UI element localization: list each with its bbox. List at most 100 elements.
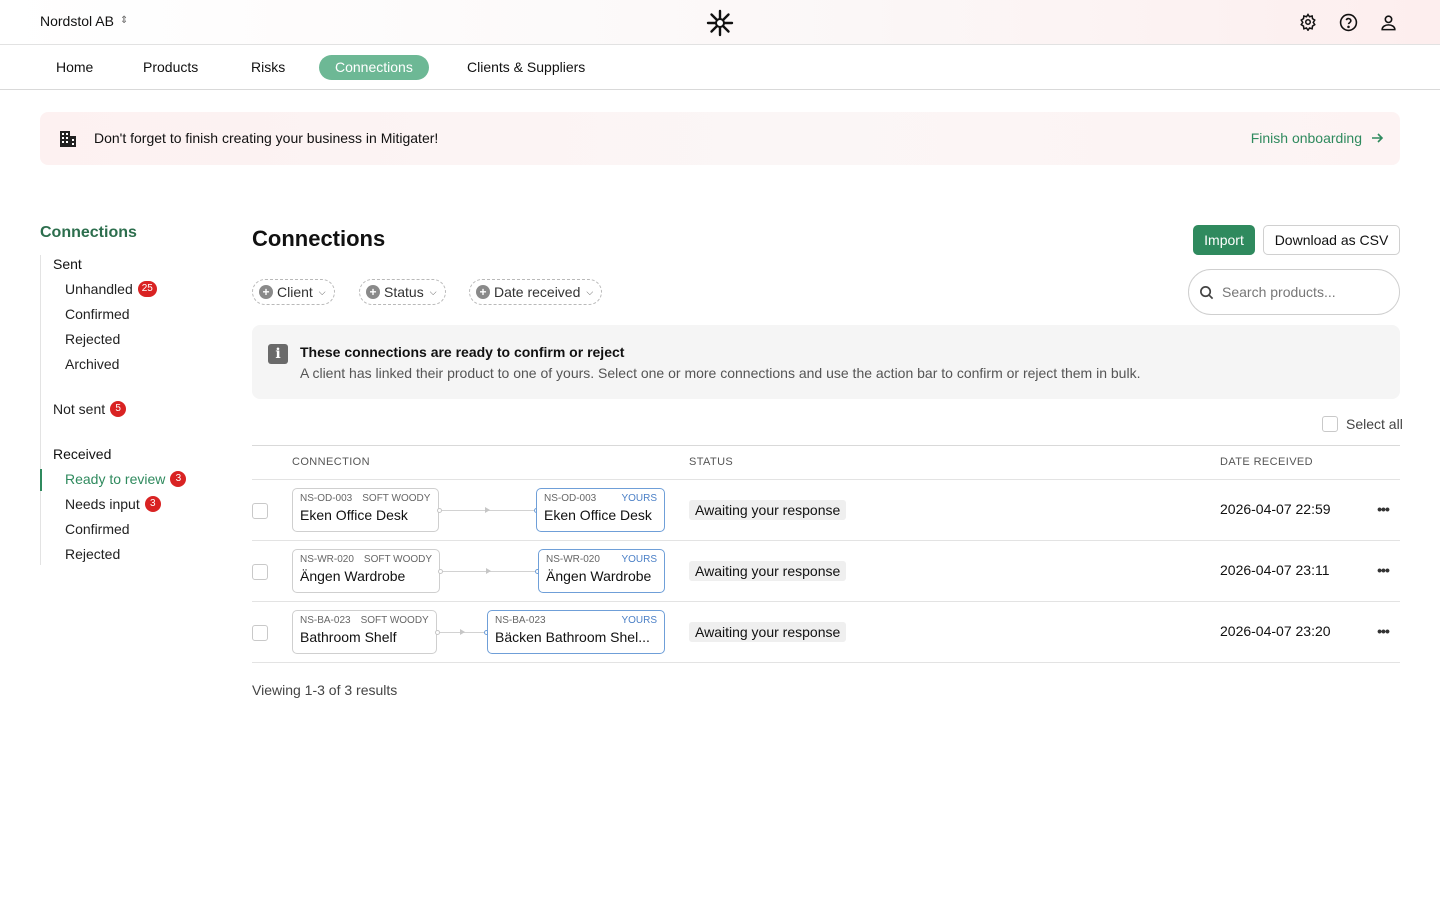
own-product-card[interactable]: NS-WR-020 YOURS Ängen Wardrobe <box>538 549 665 593</box>
supplier-name: SOFT WOODY <box>360 615 429 626</box>
info-callout: i These connections are ready to confirm… <box>252 325 1400 399</box>
sidebar-item-not-sent[interactable]: Not sent 5 <box>53 401 127 417</box>
column-header-date-received[interactable]: DATE RECEIVED <box>1220 456 1313 468</box>
finish-onboarding-link[interactable]: Finish onboarding <box>1251 130 1384 146</box>
sidebar-item-archived[interactable]: Archived <box>65 356 119 372</box>
product-code: NS-OD-003 <box>300 493 353 504</box>
client-product-card[interactable]: NS-WR-020 SOFT WOODY Ängen Wardrobe <box>292 549 440 593</box>
user-icon[interactable] <box>1376 10 1400 34</box>
chevron-down-icon: ⌵ <box>429 286 437 297</box>
connector-arrow-icon <box>486 568 491 574</box>
row-checkbox[interactable] <box>252 564 268 580</box>
help-icon[interactable] <box>1336 10 1360 34</box>
filter-date-received[interactable]: + Date received ⌵ <box>469 279 603 305</box>
own-product-card[interactable]: NS-BA-023 YOURS Bäcken Bathroom Shel... <box>487 610 665 654</box>
product-code: NS-BA-023 <box>300 615 351 626</box>
product-code: NS-BA-023 <box>495 615 546 626</box>
select-all-checkbox[interactable] <box>1322 416 1338 432</box>
product-name: Eken Office Desk <box>544 507 652 523</box>
gear-icon[interactable] <box>1296 10 1320 34</box>
sidebar-item-label: Not sent <box>53 401 106 417</box>
org-name: Nordstol AB <box>40 13 114 29</box>
info-icon: i <box>268 344 288 364</box>
own-product-card[interactable]: NS-OD-003 YOURS Eken Office Desk <box>536 488 665 532</box>
org-switcher[interactable]: Nordstol AB ⇕ <box>40 13 128 29</box>
connector-arrow-icon <box>460 629 465 635</box>
nav-home[interactable]: Home <box>40 55 109 80</box>
arrow-right-icon <box>1372 133 1384 143</box>
product-name: Bäcken Bathroom Shel... <box>495 629 650 645</box>
page-title: Connections <box>252 226 386 251</box>
sidebar-item-label: Needs input <box>65 496 140 512</box>
yours-tag: YOURS <box>621 615 657 626</box>
table-row[interactable]: NS-BA-023 SOFT WOODY Bathroom Shelf NS-BA… <box>252 602 1400 663</box>
nav-clients-suppliers[interactable]: Clients & Suppliers <box>451 55 601 80</box>
info-title: These connections are ready to confirm o… <box>300 344 625 360</box>
plus-circle-icon: + <box>476 285 490 299</box>
plus-circle-icon: + <box>366 285 380 299</box>
search-box[interactable] <box>1188 269 1400 315</box>
row-checkbox[interactable] <box>252 625 268 641</box>
sidebar-item-label: Confirmed <box>65 306 130 322</box>
sidebar-item-label: Confirmed <box>65 521 130 537</box>
product-code: NS-WR-020 <box>546 554 600 565</box>
connector-arrow-icon <box>485 507 490 513</box>
sidebar-group-sent[interactable]: Sent <box>53 256 82 272</box>
sidebar-item-ready-to-review[interactable]: Ready to review 3 <box>65 471 187 487</box>
supplier-name: SOFT WOODY <box>362 493 431 504</box>
sidebar-item-needs-input[interactable]: Needs input 3 <box>65 496 161 512</box>
search-input[interactable] <box>1222 284 1382 300</box>
column-header-connection[interactable]: CONNECTION <box>292 456 370 468</box>
more-actions-icon[interactable]: ••• <box>1374 499 1392 519</box>
client-product-card[interactable]: NS-BA-023 SOFT WOODY Bathroom Shelf <box>292 610 437 654</box>
more-actions-icon[interactable]: ••• <box>1374 560 1392 580</box>
app-logo <box>706 9 734 37</box>
banner-text: Don't forget to finish creating your bus… <box>94 130 439 146</box>
onboarding-banner: Don't forget to finish creating your bus… <box>40 112 1400 165</box>
row-checkbox[interactable] <box>252 503 268 519</box>
download-csv-button[interactable]: Download as CSV <box>1263 225 1400 255</box>
sidebar-item-received-confirmed[interactable]: Confirmed <box>65 521 130 537</box>
count-badge: 3 <box>170 471 187 487</box>
sidebar-divider <box>40 255 41 565</box>
sidebar-item-label: Unhandled <box>65 281 133 297</box>
count-badge: 25 <box>137 281 157 297</box>
sidebar-item-sent-rejected[interactable]: Rejected <box>65 331 120 347</box>
plus-circle-icon: + <box>259 285 273 299</box>
date-received: 2026-04-07 23:11 <box>1220 562 1330 578</box>
filter-client[interactable]: + Client ⌵ <box>252 279 335 305</box>
sidebar-item-label: Rejected <box>65 331 121 347</box>
info-description: A client has linked their product to one… <box>300 365 1141 381</box>
product-code: NS-OD-003 <box>544 493 597 504</box>
table-header: CONNECTION STATUS DATE RECEIVED <box>252 445 1400 480</box>
column-header-status[interactable]: STATUS <box>689 456 733 468</box>
import-button[interactable]: Import <box>1193 225 1255 255</box>
select-all-control[interactable]: Select all <box>1322 416 1403 432</box>
nav-connections[interactable]: Connections <box>319 55 429 80</box>
sidebar-item-label: Ready to review <box>65 471 166 487</box>
filter-label: Client <box>277 284 313 300</box>
supplier-name: SOFT WOODY <box>363 554 433 565</box>
count-badge: 5 <box>110 401 127 417</box>
yours-tag: YOURS <box>621 493 657 504</box>
table-row[interactable]: NS-OD-003 SOFT WOODY Eken Office Desk NS-… <box>252 480 1400 541</box>
product-name: Eken Office Desk <box>300 507 408 523</box>
sidebar-group-received[interactable]: Received <box>53 446 111 462</box>
product-name: Bathroom Shelf <box>300 629 397 645</box>
chevron-down-icon: ⌵ <box>586 286 594 297</box>
nav-risks[interactable]: Risks <box>235 55 301 80</box>
results-summary: Viewing 1-3 of 3 results <box>252 682 398 698</box>
sidebar-item-label: Rejected <box>65 546 121 562</box>
select-all-label: Select all <box>1346 416 1403 432</box>
client-product-card[interactable]: NS-OD-003 SOFT WOODY Eken Office Desk <box>292 488 439 532</box>
filter-status[interactable]: + Status ⌵ <box>359 279 446 305</box>
table-row[interactable]: NS-WR-020 SOFT WOODY Ängen Wardrobe NS-WR… <box>252 541 1400 602</box>
product-name: Ängen Wardrobe <box>300 568 406 584</box>
sidebar-item-received-rejected[interactable]: Rejected <box>65 546 120 562</box>
nav-products[interactable]: Products <box>127 55 214 80</box>
status-badge: Awaiting your response <box>689 561 847 581</box>
date-received: 2026-04-07 23:20 <box>1220 623 1331 639</box>
more-actions-icon[interactable]: ••• <box>1374 621 1392 641</box>
sidebar-item-unhandled[interactable]: Unhandled 25 <box>65 281 157 297</box>
sidebar-item-sent-confirmed[interactable]: Confirmed <box>65 306 130 322</box>
